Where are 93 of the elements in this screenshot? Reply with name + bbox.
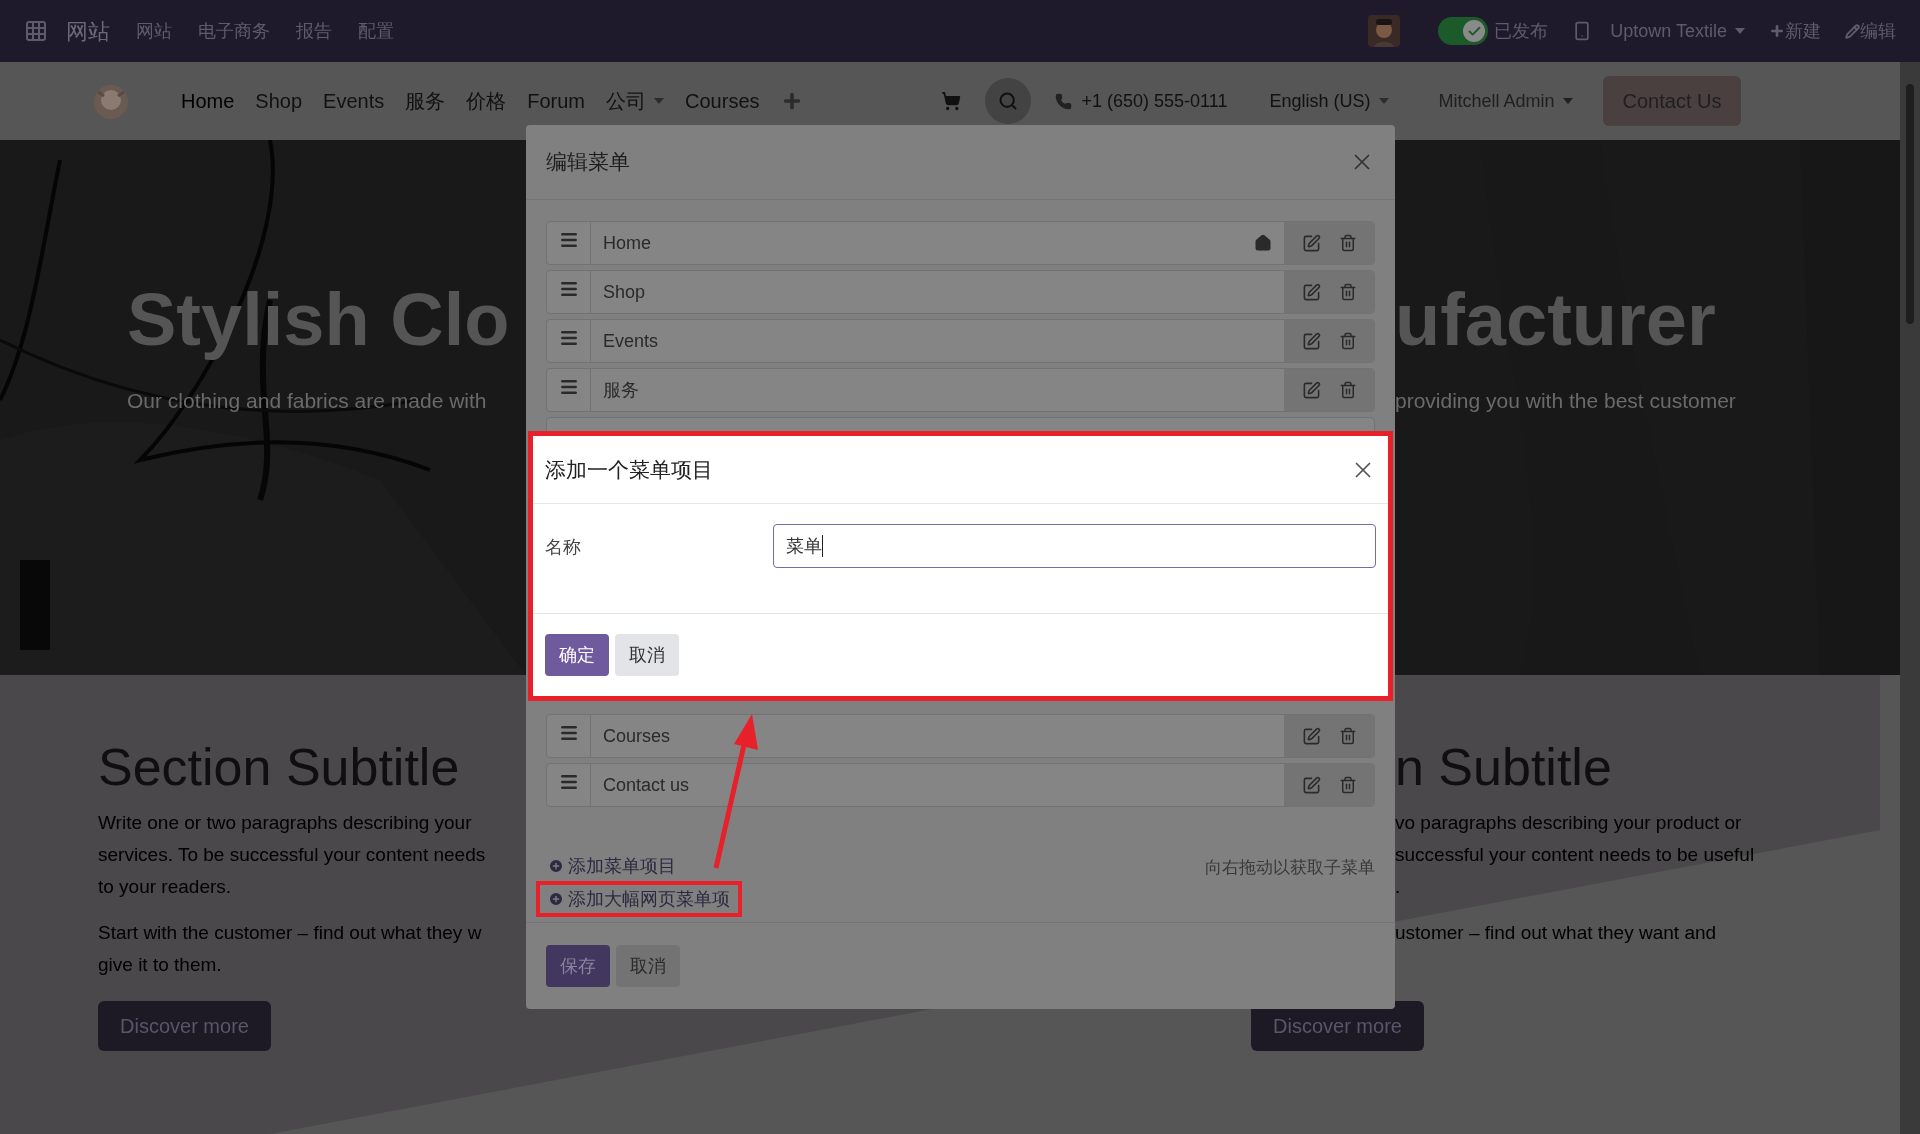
delete-icon[interactable] bbox=[1338, 332, 1357, 350]
nav-link[interactable]: Courses bbox=[685, 86, 760, 116]
cancel-button[interactable]: 取消 bbox=[616, 945, 680, 987]
nav-link[interactable]: 价格 bbox=[466, 86, 507, 116]
pencil-icon bbox=[1845, 23, 1860, 39]
dialog-title: 编辑菜单 bbox=[546, 149, 630, 176]
menu-link[interactable]: 报告 bbox=[296, 17, 332, 45]
section-text: . bbox=[1395, 875, 1402, 899]
confirm-button[interactable]: 确定 bbox=[545, 634, 609, 676]
menu-item-label: Courses bbox=[603, 724, 671, 748]
menu-link[interactable]: 网站 bbox=[136, 17, 172, 45]
menu-item-row[interactable]: Events bbox=[546, 319, 1375, 363]
edit-icon[interactable] bbox=[1301, 282, 1321, 302]
hint-text: 向右拖动以获取子菜单 bbox=[1205, 857, 1376, 879]
delete-icon[interactable] bbox=[1338, 283, 1357, 301]
hero-title: Stylish Clo bbox=[127, 277, 511, 363]
section-text: to your readers. bbox=[98, 875, 233, 899]
nav-link[interactable]: 服务 bbox=[405, 86, 446, 116]
field-label: 名称 bbox=[545, 536, 582, 559]
menu-item-label: Shop bbox=[603, 280, 646, 304]
app-title: 网站 bbox=[66, 17, 110, 46]
edit-icon[interactable] bbox=[1301, 233, 1321, 253]
search-button[interactable] bbox=[984, 78, 1031, 124]
menu-item-row[interactable]: 服务 bbox=[546, 368, 1375, 412]
delete-icon[interactable] bbox=[1338, 381, 1357, 399]
plus-circle-icon bbox=[548, 858, 564, 874]
name-input[interactable]: 菜单 bbox=[773, 524, 1376, 568]
caret-icon bbox=[1735, 28, 1745, 34]
delete-icon[interactable] bbox=[1338, 234, 1357, 252]
nav-link[interactable]: Events bbox=[323, 86, 385, 116]
nav-link[interactable]: 公司 bbox=[606, 86, 665, 116]
edit-button[interactable]: 编辑 bbox=[1845, 17, 1896, 45]
confirm-button[interactable]: 保存 bbox=[546, 945, 610, 987]
hero-subtitle: providing you with the best customer bbox=[1395, 388, 1737, 414]
plus-icon bbox=[1769, 23, 1785, 39]
nav-link[interactable]: Shop bbox=[255, 86, 303, 116]
menu-link[interactable]: 配置 bbox=[358, 17, 394, 45]
discover-more-button[interactable]: Discover more bbox=[98, 1001, 271, 1051]
avatar-icon[interactable] bbox=[1368, 15, 1401, 47]
add-menu-link[interactable]: 添加菜单项目 bbox=[536, 851, 688, 881]
apps-icon[interactable] bbox=[24, 19, 48, 43]
menu-item-row[interactable]: Contact us bbox=[546, 763, 1375, 807]
section-title: n Subtitle bbox=[1395, 737, 1613, 798]
section-text: services. To be successful your content needs bbox=[98, 843, 487, 867]
drag-handle-icon[interactable] bbox=[558, 230, 579, 250]
cancel-button[interactable]: 取消 bbox=[615, 634, 679, 676]
menu-item-label: 服务 bbox=[603, 378, 639, 402]
menu-link[interactable]: 电子商务 bbox=[198, 17, 270, 45]
menu-item-row[interactable]: Home bbox=[546, 221, 1375, 265]
search-icon bbox=[997, 91, 1018, 111]
section-text: successful your content needs to be useful bbox=[1395, 843, 1756, 867]
published-toggle[interactable] bbox=[1438, 17, 1489, 45]
drag-handle-icon[interactable] bbox=[558, 772, 579, 792]
menu-item-row[interactable]: Shop bbox=[546, 270, 1375, 314]
section-text: give it to them. bbox=[98, 953, 223, 977]
section-text: Start with the customer – find out what they w bbox=[98, 921, 483, 945]
edit-icon[interactable] bbox=[1301, 775, 1321, 795]
edit-icon[interactable] bbox=[1301, 726, 1321, 746]
scrollbar[interactable] bbox=[1900, 62, 1920, 1134]
caret-icon bbox=[1378, 98, 1389, 104]
section-text: Write one or two paragraphs describing your bbox=[98, 811, 473, 835]
cart-icon[interactable] bbox=[940, 91, 961, 111]
add-menu-link[interactable]: 添加大幅网页菜单项 bbox=[536, 881, 742, 917]
dialog-title: 添加一个菜单项目 bbox=[545, 456, 713, 483]
caret-icon bbox=[1562, 98, 1573, 104]
delete-icon[interactable] bbox=[1338, 776, 1357, 794]
new-button[interactable]: 新建 bbox=[1769, 17, 1821, 45]
edit-icon[interactable] bbox=[1301, 331, 1321, 351]
hero-title: ufacturer bbox=[1395, 277, 1717, 363]
phone-icon bbox=[1054, 92, 1072, 110]
nav-link[interactable]: Home bbox=[181, 86, 235, 116]
caret-icon bbox=[654, 98, 665, 104]
plus-circle-icon bbox=[548, 891, 564, 907]
menu-item-label: Contact us bbox=[603, 773, 690, 797]
menu-item-label: Events bbox=[603, 329, 659, 353]
menu-item-label: Home bbox=[603, 231, 651, 255]
section-text: vo paragraphs describing your product or bbox=[1395, 811, 1743, 835]
delete-icon[interactable] bbox=[1338, 727, 1357, 745]
nav-link[interactable]: Forum bbox=[527, 86, 586, 116]
section-text: ustomer – find out what they want and bbox=[1395, 921, 1718, 945]
section-title: Section Subtitle bbox=[98, 737, 461, 798]
menu-item-row[interactable]: Courses bbox=[546, 714, 1375, 758]
phone-number[interactable]: +1 (650) 555-0111 bbox=[1081, 87, 1228, 115]
drag-handle-icon[interactable] bbox=[558, 723, 579, 743]
published-label: 已发布 bbox=[1494, 19, 1549, 43]
language-selector[interactable]: English (US) bbox=[1269, 87, 1389, 115]
home-icon bbox=[1254, 234, 1272, 252]
drag-handle-icon[interactable] bbox=[558, 377, 579, 397]
hero-subtitle: Our clothing and fabrics are made with bbox=[127, 388, 488, 414]
website-switcher[interactable]: Uptown Textile bbox=[1610, 17, 1745, 45]
drag-handle-icon[interactable] bbox=[558, 279, 579, 299]
drag-handle-icon[interactable] bbox=[558, 328, 579, 348]
edit-icon[interactable] bbox=[1301, 380, 1321, 400]
